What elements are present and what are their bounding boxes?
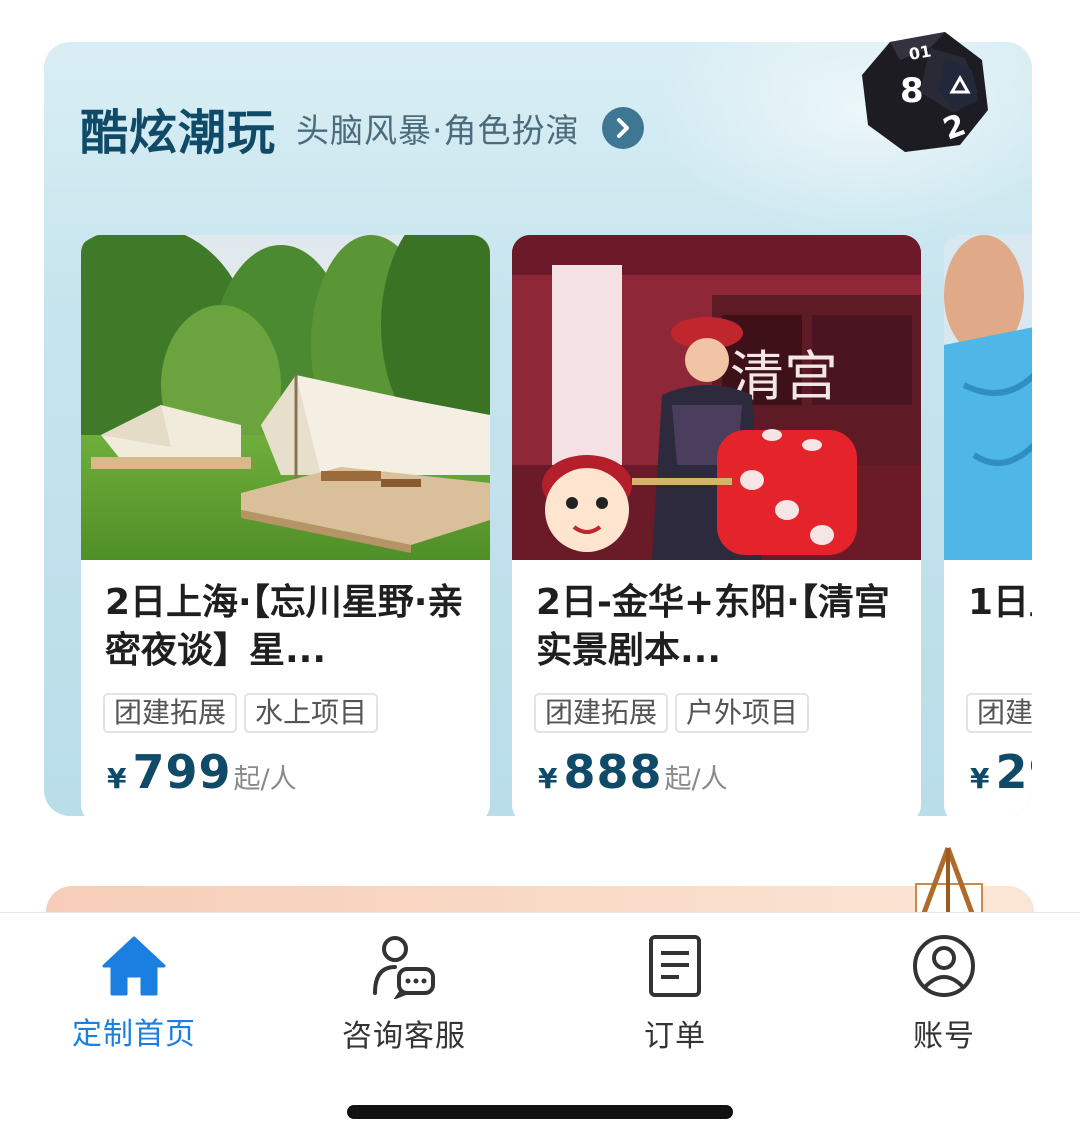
page: 酷炫潮玩 头脑风暴·角色扮演 2日上海·【忘川星野·亲密夜谈】星... 团建拓展… xyxy=(0,0,1080,1141)
featured-section: 酷炫潮玩 头脑风暴·角色扮演 2日上海·【忘川星野·亲密夜谈】星... 团建拓展… xyxy=(44,42,1032,816)
currency-symbol: ¥ xyxy=(107,762,127,795)
section-title: 酷炫潮玩 xyxy=(80,105,277,161)
tag-list: 团建拓展 xyxy=(966,693,1032,733)
product-title: 2日上海·【忘川星野·亲密夜谈】星... xyxy=(105,582,464,671)
price-value: 888 xyxy=(563,745,663,799)
tab-label: 咨询客服 xyxy=(342,1019,466,1054)
price: ¥ 29 xyxy=(970,745,1032,799)
tab-home[interactable]: 定制首页 xyxy=(44,933,224,1053)
price: ¥ 799 起/人 xyxy=(107,745,297,799)
customer-service-icon xyxy=(369,933,439,999)
chevron-right-icon xyxy=(616,118,629,138)
tag-list: 团建拓展 水上项目 xyxy=(103,693,379,733)
qing-palace-performer-photo: 清宫 xyxy=(512,235,921,560)
tag: 团建拓展 xyxy=(534,693,669,733)
account-icon xyxy=(909,933,979,999)
tag: 团建拓展 xyxy=(103,693,238,733)
price-unit: 起/人 xyxy=(664,764,728,795)
product-title: 2日-金华+东阳·【清宫实景剧本... xyxy=(536,582,890,671)
tab-customer-service[interactable]: 咨询客服 xyxy=(314,933,494,1054)
tab-orders[interactable]: 订单 xyxy=(585,933,765,1054)
tab-label: 定制首页 xyxy=(72,1017,196,1052)
price-unit: 起/人 xyxy=(233,764,297,795)
order-icon xyxy=(640,933,710,999)
home-indicator[interactable] xyxy=(347,1105,733,1119)
product-title: 1日上海·元·... xyxy=(968,582,1032,623)
tag: 户外项目 xyxy=(675,693,810,733)
section-more-button[interactable] xyxy=(601,107,644,149)
tab-label: 账号 xyxy=(913,1019,975,1054)
price-value: 29 xyxy=(995,745,1032,799)
tag: 团建拓展 xyxy=(966,693,1032,733)
section-subtitle: 头脑风暴·角色扮演 xyxy=(296,111,580,150)
tab-label: 订单 xyxy=(644,1019,706,1054)
section-header[interactable]: 酷炫潮玩 头脑风暴·角色扮演 xyxy=(80,96,644,161)
tab-account[interactable]: 账号 xyxy=(854,933,1034,1054)
product-card[interactable]: 2日上海·【忘川星野·亲密夜谈】星... 团建拓展 水上项目 ¥ 799 起/人 xyxy=(81,235,490,816)
price: ¥ 888 起/人 xyxy=(538,745,728,799)
product-card[interactable]: 清宫 2日-金华+东阳·【清宫实景剧本... 团建拓展 户外项目 ¥ 888 起… xyxy=(512,235,921,816)
currency-symbol: ¥ xyxy=(970,762,990,795)
camping-tents-photo xyxy=(81,235,490,560)
home-icon xyxy=(99,933,169,997)
currency-symbol: ¥ xyxy=(538,762,558,795)
price-value: 799 xyxy=(132,745,232,799)
svg-text:8: 8 xyxy=(900,71,924,111)
tag: 水上项目 xyxy=(244,693,379,733)
dice-decoration-icon: 8 2 01 xyxy=(862,32,988,152)
tag-list: 团建拓展 户外项目 xyxy=(534,693,810,733)
person-in-blue-photo xyxy=(944,235,1032,560)
svg-text:01: 01 xyxy=(907,41,932,64)
product-card[interactable]: 1日上海·元·... 团建拓展 ¥ 29 xyxy=(944,235,1032,816)
